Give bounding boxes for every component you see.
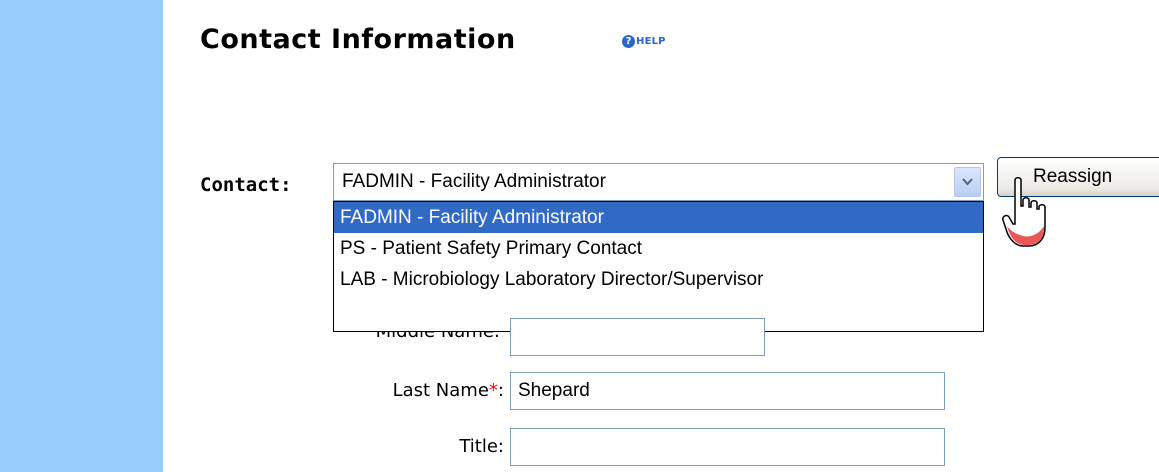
title-input[interactable]: [510, 428, 945, 466]
title-label: Title:: [459, 436, 504, 457]
question-circle-icon: ?: [622, 35, 635, 48]
dropdown-option-lab[interactable]: LAB - Microbiology Laboratory Director/S…: [334, 264, 983, 295]
middle-name-label-clipped: Middle Name:: [300, 331, 510, 351]
last-name-label: Last Name*:: [392, 380, 504, 401]
contact-label: Contact:: [200, 174, 292, 196]
help-link[interactable]: ? HELP: [622, 35, 666, 48]
contact-select-value: FADMIN - Facility Administrator: [342, 171, 606, 192]
middle-name-label: Middle Name:: [375, 331, 500, 342]
contact-select[interactable]: FADMIN - Facility Administrator: [333, 163, 984, 201]
page-title: Contact Information: [200, 24, 516, 55]
contact-dropdown-list: FADMIN - Facility Administrator PS - Pat…: [333, 201, 984, 332]
required-asterisk: *: [488, 380, 498, 401]
dropdown-option-fadmin[interactable]: FADMIN - Facility Administrator: [334, 202, 983, 233]
last-name-input[interactable]: [510, 372, 945, 410]
dropdown-option-ps[interactable]: PS - Patient Safety Primary Contact: [334, 233, 983, 264]
help-label: HELP: [636, 36, 666, 47]
reassign-button[interactable]: Reassign: [997, 157, 1159, 197]
chevron-down-icon[interactable]: [954, 167, 981, 197]
left-sidebar: [0, 0, 163, 472]
middle-name-input[interactable]: [510, 318, 765, 356]
